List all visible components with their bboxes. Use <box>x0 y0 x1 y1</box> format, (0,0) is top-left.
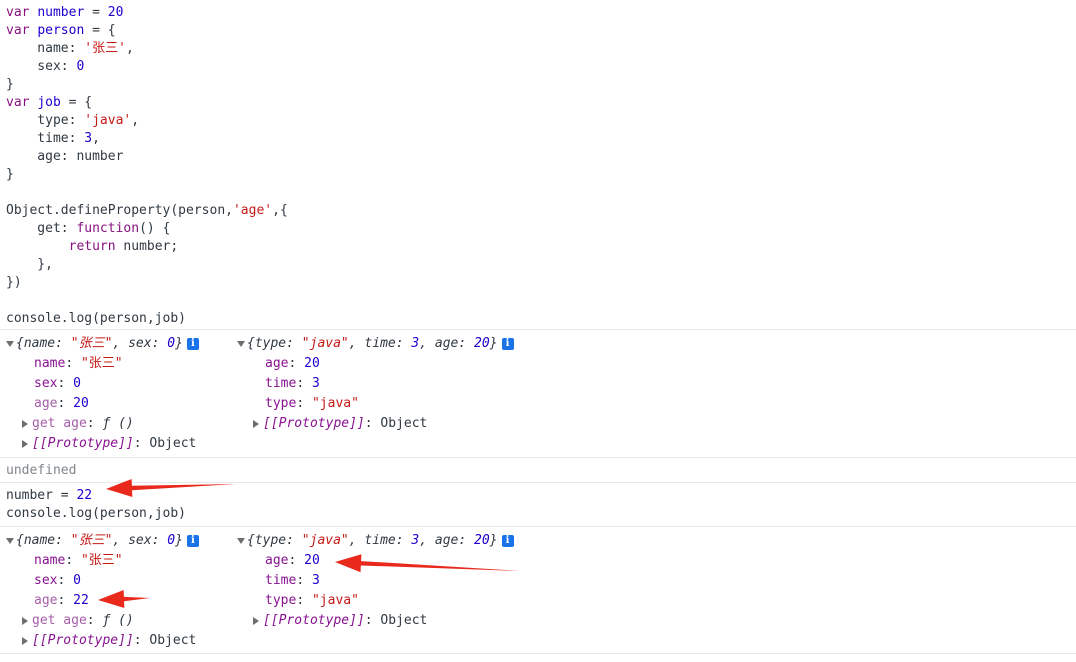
red-arrow-annotation <box>335 554 520 573</box>
annotation-arrows <box>98 479 520 608</box>
red-arrow-annotation <box>106 479 236 497</box>
red-arrow-annotation <box>98 590 150 608</box>
